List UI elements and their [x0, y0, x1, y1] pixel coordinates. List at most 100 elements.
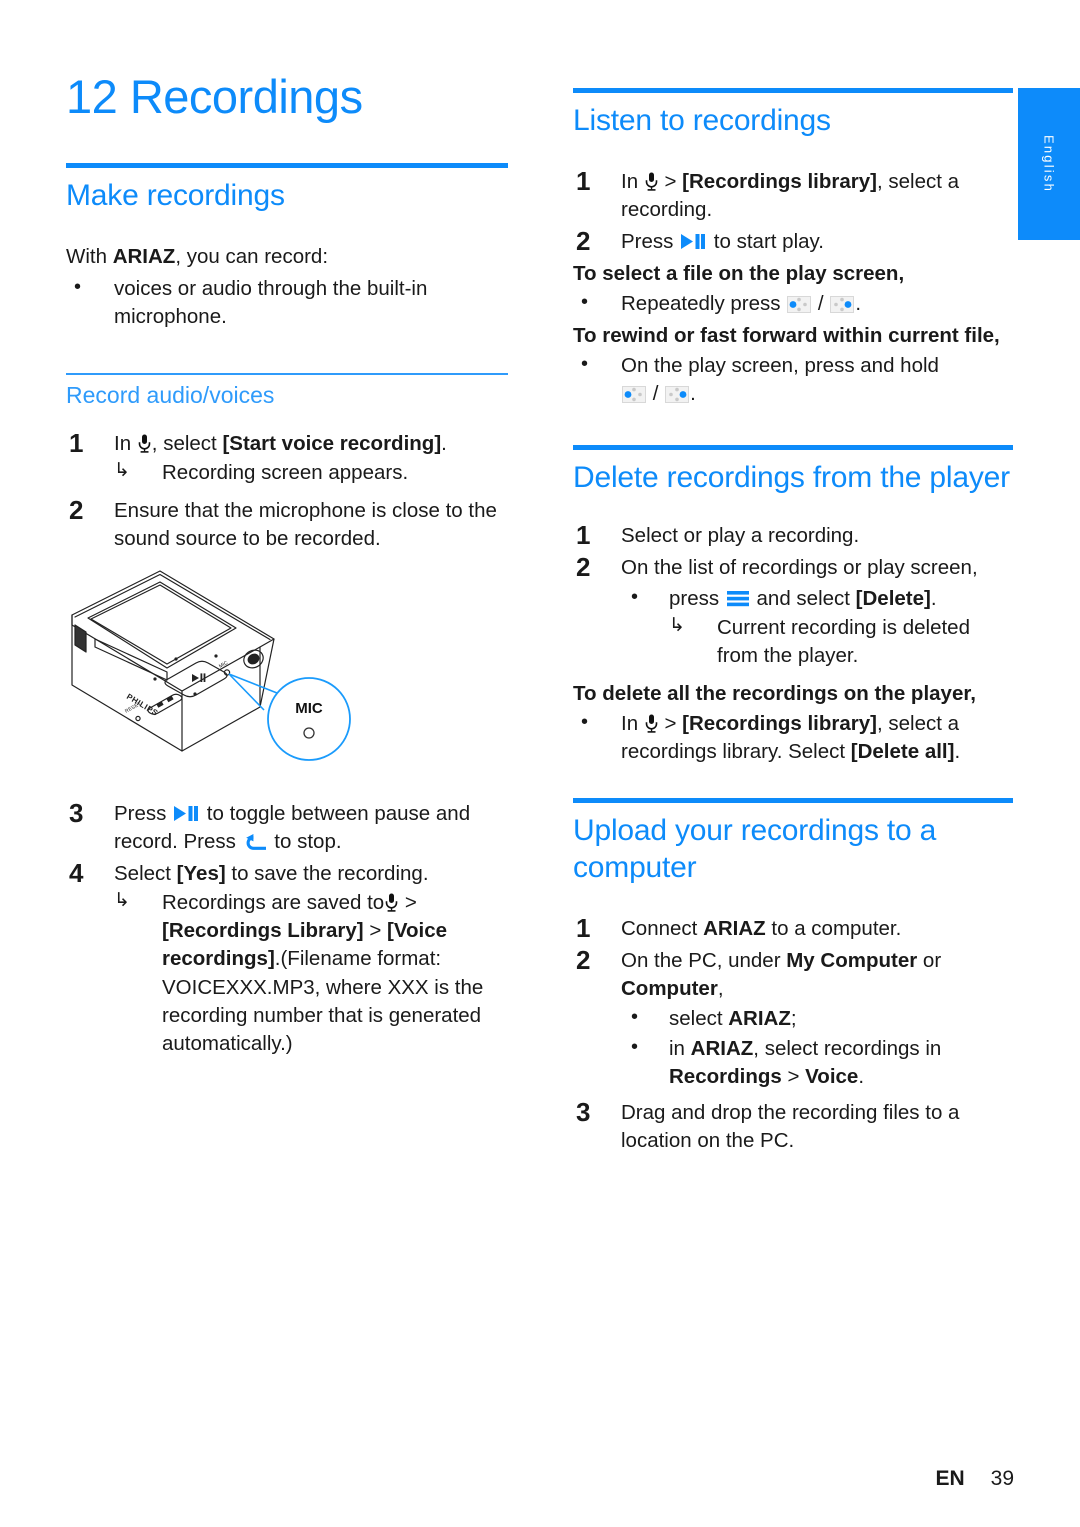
list-item: • in ARIAZ, select recordings in Recordi…: [621, 1035, 1013, 1091]
device-illustration: PHILIPS RESET MIC MIC: [64, 567, 404, 792]
device-mic-label: MIC: [218, 660, 229, 670]
bullet-glyph: •: [581, 710, 589, 733]
list-item: • voices or audio through the built-in m…: [66, 275, 508, 331]
manual-page: English 12 Recordings Make recordings Wi…: [0, 0, 1080, 1527]
list-item: • Repeatedly press / .: [573, 290, 1013, 318]
list-item: • press and select [Delete].: [621, 585, 1013, 613]
delete-step-2: 2 On the list of recordings or play scre…: [573, 552, 1013, 583]
device-illustration-svg: PHILIPS RESET MIC MIC: [71, 570, 351, 761]
step-number: 3: [69, 798, 84, 829]
make-recordings-intro: With ARIAZ, you can record:: [66, 243, 508, 271]
delete-step-1-text: Select or play a recording.: [621, 524, 860, 548]
upload-step-3-text: Drag and drop the recording files to a l…: [621, 1101, 960, 1153]
upload-step-3: 3 Drag and drop the recording files to a…: [573, 1097, 1013, 1155]
step-3-text: Press to toggle between pause and record…: [114, 802, 471, 854]
intro-prefix: With: [66, 244, 113, 268]
step-2-text: Ensure that the microphone is close to t…: [114, 498, 497, 550]
right-column: Listen to recordings 1 In > [Recordings …: [573, 88, 1013, 1155]
heading-listen-to-recordings: Listen to recordings: [573, 104, 831, 137]
step-4: 4 Select [Yes] to save the recording.: [66, 858, 508, 889]
listen-step-1: 1 In > [Recordings library], select a re…: [573, 165, 1013, 224]
list-item: • On the play screen, press and hold / .: [573, 352, 1013, 408]
page-footer: EN 39: [935, 1467, 1014, 1491]
upload-bullet-2-text: in ARIAZ, select recordings in Recording…: [669, 1037, 942, 1089]
section-rule-make-recordings: [66, 163, 508, 168]
nav-previous-icon: [622, 383, 646, 404]
result-arrow-icon: ↳: [114, 890, 130, 912]
heading-record-audio-voices: Record audio/voices: [66, 382, 275, 409]
nav-next-icon: [830, 293, 855, 314]
bullet-glyph: •: [74, 275, 82, 298]
upload-step-2: 2 On the PC, under My Computer or Comput…: [573, 944, 1013, 1003]
step-3: 3 Press to toggle between pause and reco…: [66, 798, 508, 856]
listen-bullet-1-text: Repeatedly press / .: [621, 292, 862, 316]
back-icon: [244, 830, 267, 850]
footer-language-code: EN: [935, 1467, 965, 1490]
listen-bullet-2-text: On the play screen, press and hold / .: [621, 354, 939, 406]
play-pause-icon: [680, 230, 706, 250]
result-arrow-icon: ↳: [669, 614, 685, 636]
bullet-glyph: •: [631, 1036, 639, 1059]
step-number: 2: [576, 226, 591, 257]
list-item: • In > [Recordings library], select a re…: [573, 710, 1013, 766]
intro-suffix: , you can record:: [175, 244, 329, 268]
listen-leadin-rewind-ff: To rewind or fast forward within current…: [573, 324, 1000, 348]
section-rule-upload: [573, 798, 1013, 804]
menu-icon: [726, 587, 749, 606]
step-1: 1 In , select [Start voice recording].: [66, 427, 508, 458]
step-4-text: Select [Yes] to save the recording.: [114, 862, 429, 886]
make-recordings-bullet-1: voices or audio through the built-in mic…: [114, 276, 428, 329]
step-number: 3: [576, 1097, 591, 1128]
step-number: 4: [69, 858, 84, 889]
mic-icon: [645, 171, 658, 191]
step-number: 1: [576, 912, 591, 943]
step-4-result-text: Recordings are saved to > [Recordings Li…: [162, 891, 484, 1055]
language-tab-label: English: [1041, 134, 1057, 194]
listen-step-2-text: Press to start play.: [621, 230, 824, 254]
language-tab: English: [1018, 88, 1080, 240]
chapter-title: 12 Recordings: [66, 70, 363, 123]
footer-page-number: 39: [990, 1467, 1014, 1490]
step-number: 2: [576, 944, 591, 975]
step-2: 2 Ensure that the microphone is close to…: [66, 494, 508, 553]
intro-brand: ARIAZ: [112, 244, 176, 268]
mic-callout-circle: [267, 677, 351, 761]
left-column: Make recordings With ARIAZ, you can reco…: [66, 163, 508, 1058]
delete-all-bullet-text: In > [Recordings library], select a reco…: [621, 711, 961, 763]
step-number: 1: [69, 427, 84, 458]
section-rule-delete: [573, 444, 1013, 450]
step-number: 1: [576, 520, 591, 551]
delete-step-2-text: On the list of recordings or play screen…: [621, 556, 978, 580]
list-item: • select ARIAZ;: [621, 1005, 1013, 1033]
bullet-glyph: •: [581, 291, 589, 314]
bullet-glyph: •: [631, 1006, 639, 1029]
mic-icon: [138, 433, 151, 453]
heading-upload-recordings: Upload your recordings to a computer: [573, 814, 937, 884]
listen-step-1-text: In > [Recordings library], select a reco…: [621, 169, 960, 221]
nav-previous-icon: [787, 293, 812, 314]
step-number: 2: [576, 552, 591, 583]
play-pause-icon: [173, 802, 199, 822]
heading-make-recordings: Make recordings: [66, 179, 285, 212]
subsection-rule-record-audio: [66, 373, 508, 376]
section-rule-listen: [573, 88, 1013, 93]
delete-step-2-result-text: Current recording is deleted from the pl…: [717, 615, 970, 667]
result-arrow-icon: ↳: [114, 459, 130, 481]
step-1-result: ↳ Recording screen appears.: [114, 459, 508, 487]
step-number: 1: [576, 165, 591, 196]
upload-step-1-text: Connect ARIAZ to a computer.: [621, 916, 902, 940]
delete-step-1: 1 Select or play a recording.: [573, 520, 1013, 551]
step-1-text: In , select [Start voice recording].: [114, 431, 447, 455]
listen-step-2: 2 Press to start play.: [573, 226, 1013, 257]
bullet-glyph: •: [581, 353, 589, 376]
upload-bullet-1-text: select ARIAZ;: [669, 1007, 797, 1031]
upload-step-1: 1 Connect ARIAZ to a computer.: [573, 912, 1013, 943]
mic-icon: [385, 892, 398, 912]
mic-icon: [645, 713, 658, 733]
delete-step-2-bullet-text: press and select [Delete].: [669, 586, 937, 610]
nav-next-icon: [665, 383, 690, 404]
mic-callout-label: MIC: [295, 700, 323, 717]
listen-leadin-select-file: To select a file on the play screen,: [573, 262, 905, 286]
step-number: 2: [69, 494, 84, 525]
bullet-glyph: •: [631, 585, 639, 608]
